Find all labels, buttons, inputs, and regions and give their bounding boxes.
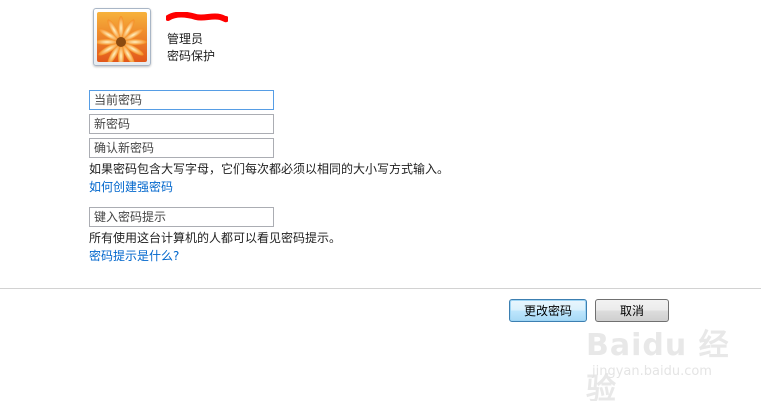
watermark-brand: Baidu 经验 bbox=[586, 328, 730, 401]
flower-avatar-image bbox=[97, 12, 147, 62]
hint-visibility-notice: 所有使用这台计算机的人都可以看见密码提示。 bbox=[89, 231, 342, 245]
current-password-input[interactable] bbox=[89, 90, 274, 110]
baidu-jingyan-watermark: Baidu 经验 jingyan.baidu.com bbox=[586, 320, 756, 401]
password-hint-help-link[interactable]: 密码提示是什么? bbox=[89, 249, 179, 264]
strong-password-link[interactable]: 如何创建强密码 bbox=[89, 180, 173, 195]
user-password-status: 密码保护 bbox=[167, 49, 216, 63]
password-hint-input[interactable] bbox=[89, 207, 274, 227]
footer-divider bbox=[0, 288, 761, 289]
watermark-url: jingyan.baidu.com bbox=[592, 364, 712, 379]
change-password-page: 管理员 密码保护 如果密码包含大写字母，它们每次都必须以相同的大小写方式输入。 … bbox=[0, 0, 761, 401]
user-avatar bbox=[93, 8, 151, 66]
case-sensitivity-notice: 如果密码包含大写字母，它们每次都必须以相同的大小写方式输入。 bbox=[89, 162, 450, 176]
confirm-password-input[interactable] bbox=[89, 138, 274, 158]
user-name-redacted bbox=[166, 12, 228, 23]
change-password-button[interactable]: 更改密码 bbox=[509, 299, 587, 322]
user-role: 管理员 bbox=[167, 32, 204, 46]
new-password-input[interactable] bbox=[89, 114, 274, 134]
cancel-button[interactable]: 取消 bbox=[595, 299, 669, 322]
